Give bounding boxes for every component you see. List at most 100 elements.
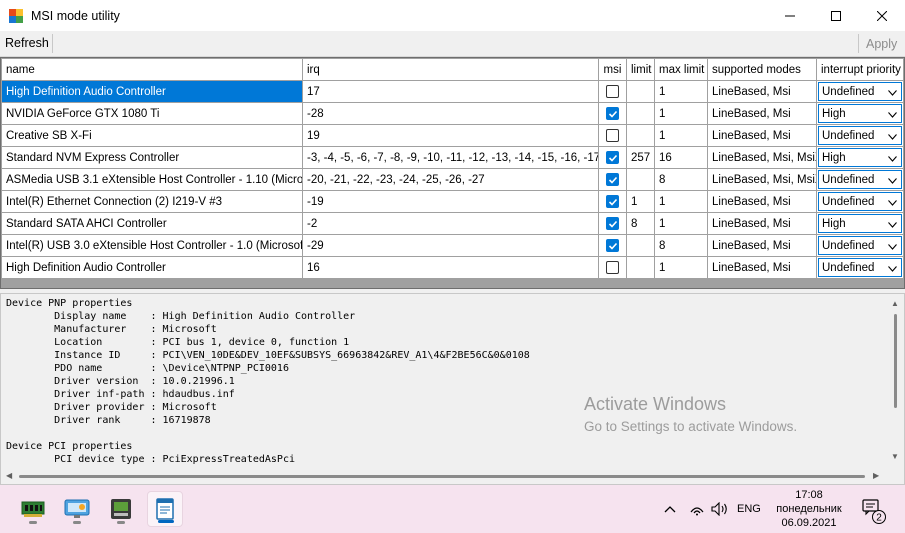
irq-cell[interactable]: -28 [303,103,599,125]
table-row[interactable]: Intel(R) Ethernet Connection (2) I219-V … [2,191,904,213]
scroll-right-icon[interactable]: ▶ [873,471,879,480]
taskbar-app-remote-desktop[interactable] [59,491,95,527]
device-grid[interactable]: name irq msi limit max limit supported m… [0,57,905,289]
msi-cell[interactable] [599,81,627,103]
tray-network-button[interactable] [689,485,705,533]
column-header-irq[interactable]: irq [303,59,599,81]
priority-dropdown[interactable]: Undefined [818,192,902,211]
tray-language[interactable]: ENG [737,485,761,533]
interrupt-priority-cell[interactable]: Undefined [817,191,904,213]
table-row[interactable]: ASMedia USB 3.1 eXtensible Host Controll… [2,169,904,191]
taskbar-app-memory[interactable] [15,491,51,527]
priority-dropdown[interactable]: High [818,104,902,123]
irq-cell[interactable]: 19 [303,125,599,147]
device-name-cell[interactable]: High Definition Audio Controller [2,257,303,279]
chevron-down-icon[interactable] [888,131,897,143]
msi-cell[interactable] [599,169,627,191]
chevron-down-icon[interactable] [888,153,897,165]
msi-checkbox[interactable] [606,173,619,186]
interrupt-priority-cell[interactable]: High [817,103,904,125]
msi-cell[interactable] [599,235,627,257]
taskbar-clock[interactable]: 17:08 понедельник 06.09.2021 [766,488,852,530]
limit-cell[interactable]: 8 [627,213,655,235]
interrupt-priority-cell[interactable]: Undefined [817,169,904,191]
msi-checkbox[interactable] [606,151,619,164]
device-name-cell[interactable]: Standard SATA AHCI Controller [2,213,303,235]
device-name-cell[interactable]: ASMedia USB 3.1 eXtensible Host Controll… [2,169,303,191]
priority-dropdown[interactable]: Undefined [818,236,902,255]
msi-checkbox[interactable] [606,107,619,120]
limit-cell[interactable]: 1 [627,191,655,213]
interrupt-priority-cell[interactable]: High [817,213,904,235]
interrupt-priority-cell[interactable]: Undefined [817,257,904,279]
table-row[interactable]: Creative SB X-Fi 19 1 LineBased, Msi Undefin… [2,125,904,147]
msi-checkbox[interactable] [606,85,619,98]
device-name-cell[interactable]: NVIDIA GeForce GTX 1080 Ti [2,103,303,125]
table-row[interactable]: High Definition Audio Controller 16 1 LineB… [2,257,904,279]
close-button[interactable] [859,0,905,31]
device-name-cell[interactable]: Creative SB X-Fi [2,125,303,147]
msi-checkbox[interactable] [606,261,619,274]
vertical-scrollbar[interactable]: ▲ ▼ [887,294,904,468]
chevron-down-icon[interactable] [888,197,897,209]
taskbar-app-notepad[interactable] [147,491,183,527]
column-header-name[interactable]: name [2,59,303,81]
msi-cell[interactable] [599,103,627,125]
column-header-max-limit[interactable]: max limit [655,59,708,81]
msi-cell[interactable] [599,213,627,235]
msi-cell[interactable] [599,125,627,147]
interrupt-priority-cell[interactable]: High [817,147,904,169]
column-header-limit[interactable]: limit [627,59,655,81]
title-bar[interactable]: MSI mode utility [0,0,905,31]
chevron-down-icon[interactable] [888,109,897,121]
irq-cell[interactable]: -19 [303,191,599,213]
limit-cell[interactable] [627,103,655,125]
device-name-cell[interactable]: Intel(R) Ethernet Connection (2) I219-V … [2,191,303,213]
device-name-cell[interactable]: Standard NVM Express Controller [2,147,303,169]
table-row[interactable]: Standard SATA AHCI Controller -2 8 1 LineBas… [2,213,904,235]
msi-cell[interactable] [599,147,627,169]
refresh-button[interactable]: Refresh [5,36,49,50]
horizontal-scrollbar[interactable]: ◀ ▶ [1,468,887,484]
column-header-msi[interactable]: msi [599,59,627,81]
device-name-cell[interactable]: Intel(R) USB 3.0 eXtensible Host Control… [2,235,303,257]
minimize-button[interactable] [767,0,813,31]
interrupt-priority-cell[interactable]: Undefined [817,235,904,257]
irq-cell[interactable]: -3, -4, -5, -6, -7, -8, -9, -10, -11, -1… [303,147,599,169]
msi-checkbox[interactable] [606,239,619,252]
priority-dropdown[interactable]: High [818,148,902,167]
scroll-thumb[interactable] [19,475,865,478]
priority-dropdown[interactable]: Undefined [818,126,902,145]
irq-cell[interactable]: -2 [303,213,599,235]
maximize-button[interactable] [813,0,859,31]
msi-cell[interactable] [599,257,627,279]
column-header-supported-modes[interactable]: supported modes [708,59,817,81]
limit-cell[interactable] [627,235,655,257]
irq-cell[interactable]: -29 [303,235,599,257]
scroll-down-icon[interactable]: ▼ [891,452,899,461]
msi-cell[interactable] [599,191,627,213]
table-row[interactable]: Standard NVM Express Controller -3, -4, -… [2,147,904,169]
chevron-down-icon[interactable] [888,241,897,253]
tray-overflow-button[interactable] [664,485,676,533]
limit-cell[interactable] [627,81,655,103]
msi-checkbox[interactable] [606,195,619,208]
priority-dropdown[interactable]: High [818,214,902,233]
limit-cell[interactable] [627,125,655,147]
interrupt-priority-cell[interactable]: Undefined [817,81,904,103]
table-row[interactable]: NVIDIA GeForce GTX 1080 Ti -28 1 LineBased,… [2,103,904,125]
column-header-interrupt-priority[interactable]: interrupt priority [817,59,904,81]
chevron-down-icon[interactable] [888,263,897,275]
limit-cell[interactable] [627,257,655,279]
chevron-down-icon[interactable] [888,87,897,99]
scroll-up-icon[interactable]: ▲ [891,299,899,308]
irq-cell[interactable]: 17 [303,81,599,103]
notification-center-button[interactable]: 2 [862,498,890,527]
msi-checkbox[interactable] [606,217,619,230]
interrupt-priority-cell[interactable]: Undefined [817,125,904,147]
limit-cell[interactable]: 257 [627,147,655,169]
priority-dropdown[interactable]: Undefined [818,82,902,101]
table-row[interactable]: High Definition Audio Controller 17 1 LineB… [2,81,904,103]
apply-button[interactable]: Apply [866,37,897,51]
priority-dropdown[interactable]: Undefined [818,170,902,189]
